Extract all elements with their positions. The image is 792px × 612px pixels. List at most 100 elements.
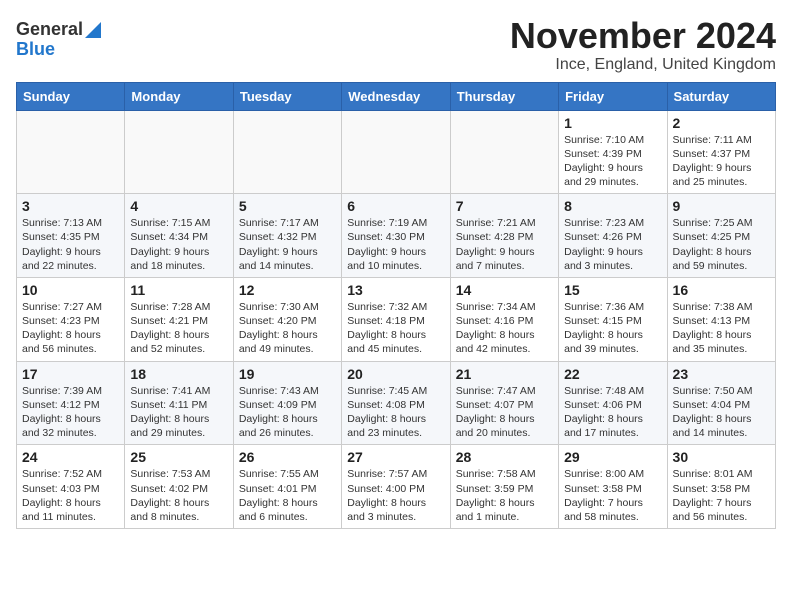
day-number: 11 xyxy=(130,282,227,298)
logo-general: General xyxy=(16,20,83,40)
day-cell: 7 Sunrise: 7:21 AM Sunset: 4:28 PM Daylig… xyxy=(450,194,558,278)
day-info: Sunrise: 7:57 AM Sunset: 4:00 PM Dayligh… xyxy=(347,467,444,524)
day-cell: 23Sunrise: 7:50 AM Sunset: 4:04 PM Dayli… xyxy=(667,361,775,445)
day-info: Sunrise: 7:28 AM Sunset: 4:21 PM Dayligh… xyxy=(130,300,227,357)
col-header-monday: Monday xyxy=(125,82,233,110)
day-info: Sunrise: 7:34 AM Sunset: 4:16 PM Dayligh… xyxy=(456,300,553,357)
day-number: 8 xyxy=(564,198,661,214)
day-info: Sunrise: 7:30 AM Sunset: 4:20 PM Dayligh… xyxy=(239,300,336,357)
day-number: 1 xyxy=(564,115,661,131)
day-cell: 2 Sunrise: 7:11 AM Sunset: 4:37 PM Daylig… xyxy=(667,110,775,194)
day-info: Sunrise: 7:21 AM Sunset: 4:28 PM Dayligh… xyxy=(456,216,553,273)
week-row-2: 3 Sunrise: 7:13 AM Sunset: 4:35 PM Daylig… xyxy=(17,194,776,278)
day-cell: 20Sunrise: 7:45 AM Sunset: 4:08 PM Dayli… xyxy=(342,361,450,445)
day-number: 29 xyxy=(564,449,661,465)
day-cell: 1 Sunrise: 7:10 AM Sunset: 4:39 PM Daylig… xyxy=(559,110,667,194)
day-info: Sunrise: 7:23 AM Sunset: 4:26 PM Dayligh… xyxy=(564,216,661,273)
day-number: 24 xyxy=(22,449,119,465)
day-cell: 26 Sunrise: 7:55 AM Sunset: 4:01 PM Dayli… xyxy=(233,445,341,529)
day-info: Sunrise: 7:17 AM Sunset: 4:32 PM Dayligh… xyxy=(239,216,336,273)
day-info: Sunrise: 7:41 AM Sunset: 4:11 PM Dayligh… xyxy=(130,384,227,441)
logo-blue: Blue xyxy=(16,40,55,60)
day-cell: 16Sunrise: 7:38 AM Sunset: 4:13 PM Dayli… xyxy=(667,277,775,361)
day-cell: 30Sunrise: 8:01 AM Sunset: 3:58 PM Dayli… xyxy=(667,445,775,529)
day-info: Sunrise: 7:25 AM Sunset: 4:25 PM Dayligh… xyxy=(673,216,770,273)
day-info: Sunrise: 7:10 AM Sunset: 4:39 PM Dayligh… xyxy=(564,133,661,190)
day-number: 26 xyxy=(239,449,336,465)
week-row-4: 17 Sunrise: 7:39 AM Sunset: 4:12 PM Dayli… xyxy=(17,361,776,445)
day-info: Sunrise: 7:36 AM Sunset: 4:15 PM Dayligh… xyxy=(564,300,661,357)
title-area: November 2024 Ince, England, United King… xyxy=(510,16,776,74)
day-cell: 3 Sunrise: 7:13 AM Sunset: 4:35 PM Daylig… xyxy=(17,194,125,278)
day-cell: 13 Sunrise: 7:32 AM Sunset: 4:18 PM Dayli… xyxy=(342,277,450,361)
header-row: SundayMondayTuesdayWednesdayThursdayFrid… xyxy=(17,82,776,110)
day-cell: 17 Sunrise: 7:39 AM Sunset: 4:12 PM Dayli… xyxy=(17,361,125,445)
day-number: 10 xyxy=(22,282,119,298)
day-info: Sunrise: 7:39 AM Sunset: 4:12 PM Dayligh… xyxy=(22,384,119,441)
day-info: Sunrise: 7:52 AM Sunset: 4:03 PM Dayligh… xyxy=(22,467,119,524)
day-info: Sunrise: 7:11 AM Sunset: 4:37 PM Dayligh… xyxy=(673,133,770,190)
day-number: 16 xyxy=(673,282,770,298)
day-cell xyxy=(17,110,125,194)
day-cell xyxy=(342,110,450,194)
day-number: 14 xyxy=(456,282,553,298)
day-number: 13 xyxy=(347,282,444,298)
day-info: Sunrise: 7:19 AM Sunset: 4:30 PM Dayligh… xyxy=(347,216,444,273)
day-cell: 22Sunrise: 7:48 AM Sunset: 4:06 PM Dayli… xyxy=(559,361,667,445)
day-number: 25 xyxy=(130,449,227,465)
header: General Blue November 2024 Ince, England… xyxy=(16,16,776,74)
day-number: 20 xyxy=(347,366,444,382)
col-header-tuesday: Tuesday xyxy=(233,82,341,110)
day-number: 21 xyxy=(456,366,553,382)
day-cell: 11 Sunrise: 7:28 AM Sunset: 4:21 PM Dayli… xyxy=(125,277,233,361)
month-title: November 2024 xyxy=(510,16,776,56)
day-cell: 29 Sunrise: 8:00 AM Sunset: 3:58 PM Dayli… xyxy=(559,445,667,529)
day-cell: 25 Sunrise: 7:53 AM Sunset: 4:02 PM Dayli… xyxy=(125,445,233,529)
day-number: 4 xyxy=(130,198,227,214)
col-header-sunday: Sunday xyxy=(17,82,125,110)
day-info: Sunrise: 7:27 AM Sunset: 4:23 PM Dayligh… xyxy=(22,300,119,357)
col-header-wednesday: Wednesday xyxy=(342,82,450,110)
day-info: Sunrise: 7:13 AM Sunset: 4:35 PM Dayligh… xyxy=(22,216,119,273)
day-info: Sunrise: 7:53 AM Sunset: 4:02 PM Dayligh… xyxy=(130,467,227,524)
day-cell: 4Sunrise: 7:15 AM Sunset: 4:34 PM Daylig… xyxy=(125,194,233,278)
day-cell: 5 Sunrise: 7:17 AM Sunset: 4:32 PM Daylig… xyxy=(233,194,341,278)
day-cell: 21 Sunrise: 7:47 AM Sunset: 4:07 PM Dayli… xyxy=(450,361,558,445)
day-number: 3 xyxy=(22,198,119,214)
day-info: Sunrise: 8:00 AM Sunset: 3:58 PM Dayligh… xyxy=(564,467,661,524)
day-number: 17 xyxy=(22,366,119,382)
day-cell: 19Sunrise: 7:43 AM Sunset: 4:09 PM Dayli… xyxy=(233,361,341,445)
day-number: 27 xyxy=(347,449,444,465)
day-cell: 10 Sunrise: 7:27 AM Sunset: 4:23 PM Dayli… xyxy=(17,277,125,361)
logo-arrow-icon xyxy=(85,22,101,38)
week-row-5: 24 Sunrise: 7:52 AM Sunset: 4:03 PM Dayli… xyxy=(17,445,776,529)
calendar-table: SundayMondayTuesdayWednesdayThursdayFrid… xyxy=(16,82,776,529)
day-number: 28 xyxy=(456,449,553,465)
day-cell xyxy=(233,110,341,194)
day-cell: 12Sunrise: 7:30 AM Sunset: 4:20 PM Dayli… xyxy=(233,277,341,361)
col-header-saturday: Saturday xyxy=(667,82,775,110)
day-cell: 24 Sunrise: 7:52 AM Sunset: 4:03 PM Dayli… xyxy=(17,445,125,529)
day-info: Sunrise: 7:55 AM Sunset: 4:01 PM Dayligh… xyxy=(239,467,336,524)
day-number: 22 xyxy=(564,366,661,382)
day-number: 18 xyxy=(130,366,227,382)
day-info: Sunrise: 7:58 AM Sunset: 3:59 PM Dayligh… xyxy=(456,467,553,524)
logo: General Blue xyxy=(16,16,101,60)
day-cell: 14 Sunrise: 7:34 AM Sunset: 4:16 PM Dayli… xyxy=(450,277,558,361)
day-cell: 6 Sunrise: 7:19 AM Sunset: 4:30 PM Daylig… xyxy=(342,194,450,278)
col-header-friday: Friday xyxy=(559,82,667,110)
day-info: Sunrise: 7:32 AM Sunset: 4:18 PM Dayligh… xyxy=(347,300,444,357)
col-header-thursday: Thursday xyxy=(450,82,558,110)
day-cell: 18 Sunrise: 7:41 AM Sunset: 4:11 PM Dayli… xyxy=(125,361,233,445)
day-info: Sunrise: 7:43 AM Sunset: 4:09 PM Dayligh… xyxy=(239,384,336,441)
day-cell: 15Sunrise: 7:36 AM Sunset: 4:15 PM Dayli… xyxy=(559,277,667,361)
week-row-1: 1 Sunrise: 7:10 AM Sunset: 4:39 PM Daylig… xyxy=(17,110,776,194)
day-number: 7 xyxy=(456,198,553,214)
day-cell xyxy=(450,110,558,194)
week-row-3: 10 Sunrise: 7:27 AM Sunset: 4:23 PM Dayli… xyxy=(17,277,776,361)
day-info: Sunrise: 7:47 AM Sunset: 4:07 PM Dayligh… xyxy=(456,384,553,441)
day-number: 6 xyxy=(347,198,444,214)
day-cell: 28 Sunrise: 7:58 AM Sunset: 3:59 PM Dayli… xyxy=(450,445,558,529)
day-number: 5 xyxy=(239,198,336,214)
day-number: 2 xyxy=(673,115,770,131)
